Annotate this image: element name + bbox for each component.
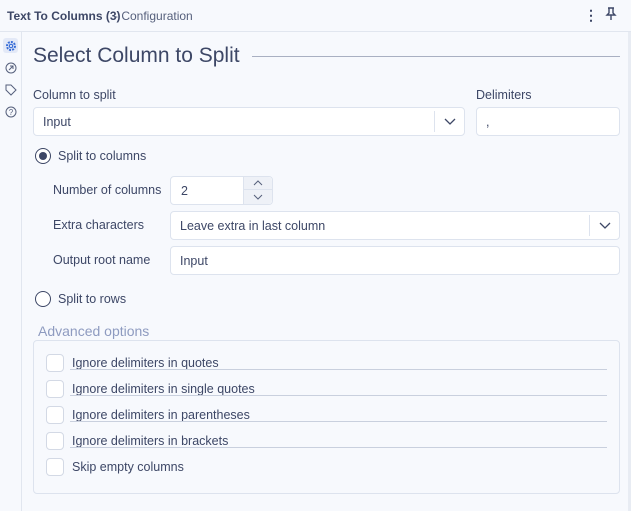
section-title: Select Column to Split [33, 44, 240, 67]
tag-icon[interactable] [3, 82, 18, 97]
divider [70, 369, 607, 370]
output-root-name-input[interactable]: Input [170, 246, 620, 275]
column-to-split-select[interactable]: Input [33, 107, 465, 136]
pin-icon[interactable] [605, 7, 617, 24]
panel-header: Text To Columns (3) - Configuration ⋮ [0, 0, 631, 32]
output-root-name-label: Output root name [53, 253, 151, 267]
chevron-down-icon[interactable] [434, 111, 464, 132]
output-icon[interactable] [3, 60, 18, 75]
increment-button[interactable] [244, 177, 272, 190]
skip-empty-columns-label: Skip empty columns [72, 460, 184, 474]
decrement-button[interactable] [244, 190, 272, 203]
delimiters-label: Delimiters [476, 88, 532, 102]
title-divider [252, 56, 620, 57]
extra-characters-value: Leave extra in last column [180, 218, 326, 233]
output-root-name-value: Input [180, 253, 208, 268]
ignore-parentheses-checkbox[interactable] [46, 406, 64, 424]
divider [70, 447, 607, 448]
svg-text:?: ? [8, 108, 13, 117]
side-rail: ? [0, 32, 22, 511]
extra-characters-label: Extra characters [53, 218, 145, 232]
ignore-quotes-label: Ignore delimiters in quotes [72, 356, 219, 370]
split-to-rows-label: Split to rows [58, 292, 127, 306]
advanced-options-heading: Advanced options [38, 323, 150, 339]
split-to-rows-radio[interactable]: Split to rows [35, 291, 126, 307]
ignore-brackets-label: Ignore delimiters in brackets [72, 434, 229, 448]
split-to-columns-radio[interactable]: Split to columns [35, 148, 146, 164]
split-to-columns-label: Split to columns [58, 149, 147, 163]
divider [70, 395, 607, 396]
column-to-split-value: Input [43, 114, 71, 129]
tool-title: Text To Columns (3) [7, 9, 121, 23]
ignore-brackets-checkbox[interactable] [46, 432, 64, 450]
radio-unselected[interactable] [35, 291, 51, 307]
ignore-single-quotes-label: Ignore delimiters in single quotes [72, 382, 255, 396]
divider [70, 421, 607, 422]
more-options-icon[interactable]: ⋮ [584, 7, 598, 24]
ignore-quotes-checkbox[interactable] [46, 354, 64, 372]
chevron-down-icon[interactable] [589, 215, 619, 236]
ignore-parentheses-label: Ignore delimiters in parentheses [72, 408, 250, 422]
number-of-columns-label: Number of columns [53, 183, 162, 197]
radio-selected[interactable] [35, 148, 51, 164]
number-of-columns-stepper[interactable]: 2 [170, 176, 273, 205]
delimiters-value: , [486, 114, 490, 129]
tool-subtitle: - Configuration [114, 9, 193, 23]
number-of-columns-value: 2 [181, 183, 188, 198]
column-to-split-label: Column to split [33, 88, 116, 102]
ignore-single-quotes-checkbox[interactable] [46, 380, 64, 398]
gear-icon[interactable] [3, 38, 18, 53]
delimiters-input[interactable]: , [476, 107, 620, 136]
extra-characters-select[interactable]: Leave extra in last column [170, 211, 620, 240]
help-icon[interactable]: ? [3, 104, 18, 119]
skip-empty-columns-checkbox[interactable] [46, 458, 64, 476]
